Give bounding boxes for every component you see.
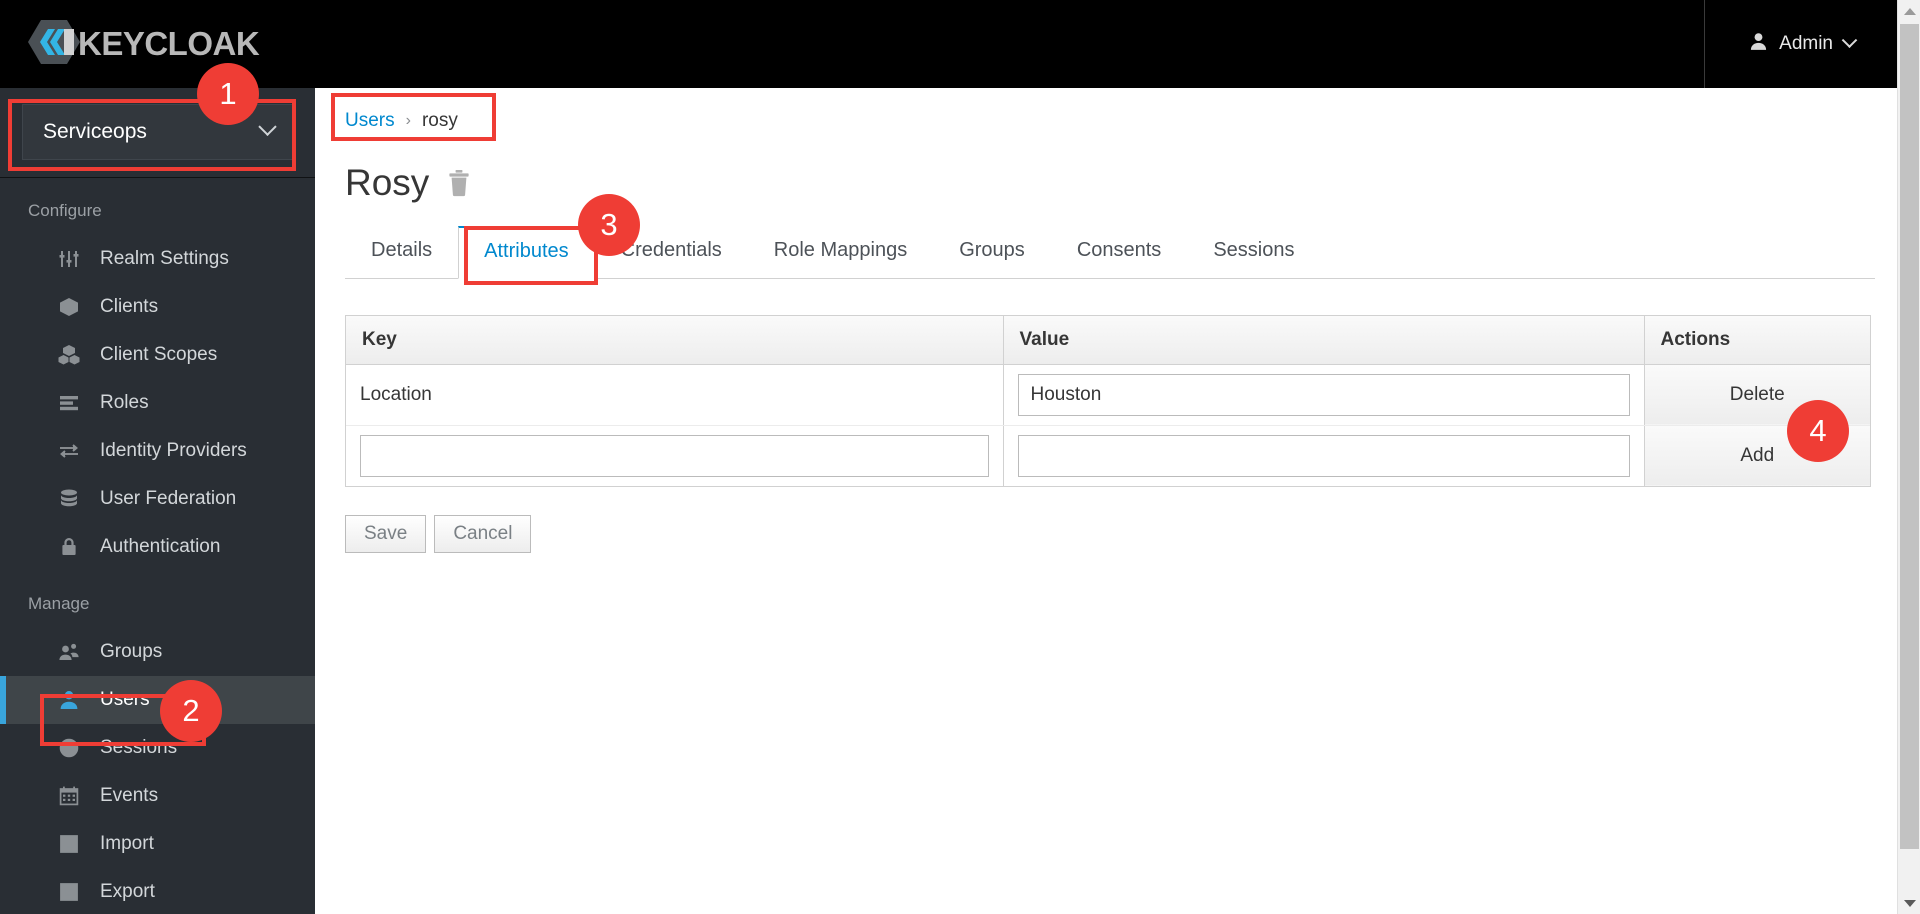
table-row: Location Delete — [346, 364, 1870, 426]
breadcrumb: Users › rosy — [315, 88, 1897, 132]
keycloak-admin-console: KEYCLOAK Admin Serviceops Configure Real… — [0, 0, 1920, 914]
attribute-key-location: Location — [346, 364, 1004, 426]
page-header: Rosy — [315, 132, 1897, 204]
sidebar-item-label: Client Scopes — [100, 344, 218, 365]
sidebar-item-identity-providers[interactable]: Identity Providers — [0, 427, 315, 475]
sidebar: Serviceops Configure Realm Settings Clie… — [0, 88, 315, 914]
attribute-value-cell — [1003, 364, 1645, 426]
triangle-down-icon — [1903, 899, 1916, 907]
trash-icon[interactable] — [447, 169, 471, 197]
column-header-actions: Actions — [1644, 316, 1870, 365]
cubes-icon — [56, 342, 82, 368]
sidebar-item-label: Sessions — [100, 737, 178, 758]
tab-role-mappings[interactable]: Role Mappings — [748, 226, 933, 279]
sidebar-item-events[interactable]: Events — [0, 772, 315, 820]
user-tabs: Details Attributes Credentials Role Mapp… — [345, 226, 1875, 279]
tab-sessions[interactable]: Sessions — [1187, 226, 1320, 279]
sidebar-item-import[interactable]: Import — [0, 820, 315, 868]
sidebar-item-label: Groups — [100, 641, 163, 662]
sidebar-item-groups[interactable]: Groups — [0, 628, 315, 676]
main-content: Users › rosy Rosy Details Attributes Cre… — [315, 88, 1897, 914]
tab-details[interactable]: Details — [345, 226, 458, 279]
breadcrumb-link-users[interactable]: Users — [345, 110, 395, 132]
tab-groups[interactable]: Groups — [933, 226, 1051, 279]
sidebar-item-sessions[interactable]: Sessions — [0, 724, 315, 772]
page-title: Rosy — [345, 162, 430, 203]
sidebar-divider — [0, 177, 315, 178]
sidebar-item-label: Authentication — [100, 536, 221, 557]
column-header-key: Key — [346, 316, 1004, 365]
sidebar-item-users[interactable]: Users — [0, 676, 315, 724]
chevron-down-icon — [258, 117, 277, 136]
admin-label: Admin — [1779, 33, 1833, 54]
attributes-table-container: Key Value Actions Location Delete — [345, 315, 1871, 487]
sidebar-item-client-scopes[interactable]: Client Scopes — [0, 331, 315, 379]
user-icon — [1749, 32, 1768, 57]
vertical-scrollbar[interactable] — [1897, 0, 1920, 914]
nav-section-manage-title: Manage — [28, 594, 90, 613]
annotation-badge-4: 4 — [1787, 400, 1849, 462]
scroll-up-button[interactable] — [1898, 0, 1920, 22]
annotation-badge-3: 3 — [578, 194, 640, 256]
column-header-value: Value — [1003, 316, 1645, 365]
chevron-down-icon — [1841, 31, 1858, 48]
brand-name: KEYCLOAK — [78, 25, 260, 62]
sidebar-item-label: Import — [100, 833, 154, 854]
top-bar: KEYCLOAK Admin — [0, 0, 1897, 88]
sidebar-item-clients[interactable]: Clients — [0, 283, 315, 331]
new-attribute-key-cell — [346, 425, 1004, 486]
sidebar-item-label: Realm Settings — [100, 248, 229, 269]
sidebar-item-label: Export — [100, 881, 155, 902]
admin-user-menu[interactable]: Admin — [1704, 0, 1897, 88]
keycloak-logo-icon — [28, 16, 80, 73]
sidebar-item-label: Clients — [100, 296, 159, 317]
users-group-icon — [56, 639, 82, 665]
sidebar-item-roles[interactable]: Roles — [0, 379, 315, 427]
add-attribute-button[interactable]: Add — [1740, 445, 1774, 466]
calendar-icon — [56, 783, 82, 809]
nav-section-configure-title: Configure — [28, 201, 102, 220]
triangle-up-icon — [1903, 7, 1916, 15]
save-button[interactable]: Save — [345, 514, 427, 553]
sidebar-item-label: Users — [100, 689, 150, 710]
realm-name: Serviceops — [43, 120, 147, 143]
sidebar-item-user-federation[interactable]: User Federation — [0, 475, 315, 523]
list-icon — [56, 390, 82, 416]
annotation-badge-1: 1 — [197, 63, 259, 125]
breadcrumb-current: rosy — [421, 110, 458, 131]
exchange-arrows-icon — [56, 438, 82, 464]
database-icon — [56, 486, 82, 512]
attribute-value-input[interactable] — [1017, 373, 1630, 416]
table-header-row: Key Value Actions — [346, 316, 1870, 365]
sidebar-item-authentication[interactable]: Authentication — [0, 523, 315, 571]
breadcrumb-separator-icon: › — [405, 112, 411, 129]
scrollbar-thumb[interactable] — [1900, 24, 1919, 849]
sidebar-item-export[interactable]: Export — [0, 868, 315, 914]
import-arrow-icon — [56, 831, 82, 857]
new-attribute-key-input[interactable] — [360, 434, 989, 477]
sliders-icon — [56, 246, 82, 272]
new-attribute-value-input[interactable] — [1017, 434, 1630, 477]
user-icon — [56, 687, 82, 713]
export-arrow-icon — [56, 879, 82, 905]
table-row: Add — [346, 425, 1870, 486]
annotation-badge-2: 2 — [160, 680, 222, 742]
clock-icon — [56, 735, 82, 761]
sidebar-item-label: User Federation — [100, 488, 237, 509]
lock-icon — [56, 534, 82, 560]
cube-icon — [56, 294, 82, 320]
scroll-down-button[interactable] — [1898, 892, 1920, 914]
attributes-table: Key Value Actions Location Delete — [346, 316, 1870, 486]
new-attribute-value-cell — [1003, 425, 1645, 486]
form-actions: Save Cancel — [345, 514, 1897, 553]
sidebar-item-label: Events — [100, 785, 159, 806]
sidebar-item-label: Roles — [100, 392, 149, 413]
tab-attributes[interactable]: Attributes — [458, 226, 595, 279]
sidebar-item-realm-settings[interactable]: Realm Settings — [0, 235, 315, 283]
sidebar-item-label: Identity Providers — [100, 440, 247, 461]
delete-attribute-button[interactable]: Delete — [1730, 384, 1785, 405]
cancel-button[interactable]: Cancel — [434, 514, 532, 553]
tab-consents[interactable]: Consents — [1051, 226, 1188, 279]
